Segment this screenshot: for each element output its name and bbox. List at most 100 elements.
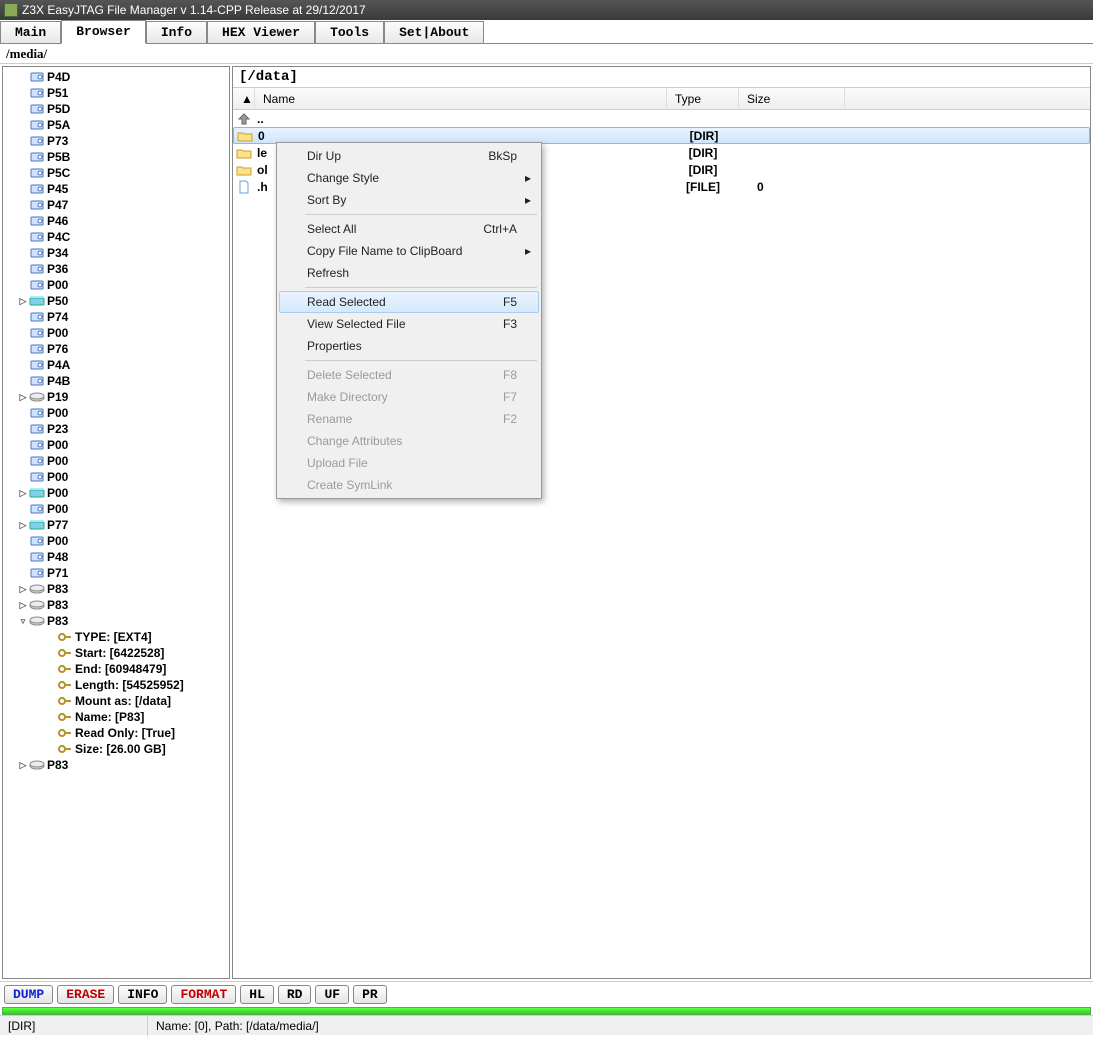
tree-node[interactable]: Read Only: [True] (3, 725, 229, 741)
tree-node[interactable]: P00 (3, 501, 229, 517)
tree-node[interactable]: TYPE: [EXT4] (3, 629, 229, 645)
tree-node[interactable]: P5C (3, 165, 229, 181)
menu-shortcut: F5 (503, 295, 517, 309)
tab-main[interactable]: Main (0, 21, 61, 43)
tree-icon (29, 230, 45, 244)
tree-node[interactable]: P51 (3, 85, 229, 101)
tree-node[interactable]: P23 (3, 421, 229, 437)
tab-tools[interactable]: Tools (315, 21, 384, 43)
tree-icon (57, 726, 73, 740)
menu-item-create-symlink: Create SymLink (279, 474, 539, 496)
menu-item-dir-up[interactable]: Dir UpBkSp (279, 145, 539, 167)
tree-node[interactable]: P5B (3, 149, 229, 165)
uf-button[interactable]: UF (315, 985, 349, 1004)
tree-label: P50 (45, 294, 68, 308)
tree-node[interactable]: P46 (3, 213, 229, 229)
menu-item-sort-by[interactable]: Sort By▸ (279, 189, 539, 211)
tree-node[interactable]: ▷ P50 (3, 293, 229, 309)
tree-node[interactable]: Name: [P83] (3, 709, 229, 725)
tree-node[interactable]: P5A (3, 117, 229, 133)
menu-item-refresh[interactable]: Refresh (279, 262, 539, 284)
file-header[interactable]: ▲ Name Type Size (233, 88, 1090, 110)
tree-node[interactable]: P48 (3, 549, 229, 565)
tree-node[interactable]: End: [60948479] (3, 661, 229, 677)
tree-node[interactable]: Mount as: [/data] (3, 693, 229, 709)
tab-hexviewer[interactable]: HEX Viewer (207, 21, 315, 43)
menu-label: View Selected File (307, 317, 406, 331)
tree-node[interactable]: ▷P83 (3, 757, 229, 773)
tree-node[interactable]: P5D (3, 101, 229, 117)
tree-node[interactable]: P4D (3, 69, 229, 85)
tree-node[interactable]: ▷P00 (3, 485, 229, 501)
tree-twisty-icon[interactable]: ▷ (17, 520, 29, 531)
rd-button[interactable]: RD (278, 985, 312, 1004)
tree-node[interactable]: P00 (3, 437, 229, 453)
tree-twisty-icon[interactable]: ▷ (17, 584, 29, 595)
tree-node[interactable]: Size: [26.00 GB] (3, 741, 229, 757)
tree-node[interactable]: ▷P77 (3, 517, 229, 533)
tree-node[interactable]: P00 (3, 325, 229, 341)
menu-label: Dir Up (307, 149, 341, 163)
tree-node[interactable]: P00 (3, 453, 229, 469)
tree-node[interactable]: P4A (3, 357, 229, 373)
col-size[interactable]: Size (739, 88, 845, 110)
menu-item-copy-file-name-to-clipboard[interactable]: Copy File Name to ClipBoard▸ (279, 240, 539, 262)
tree-node[interactable]: ▷P83 (3, 597, 229, 613)
file-type: [DIR] (667, 163, 739, 177)
tree-twisty-icon[interactable]: ▷ (17, 488, 29, 499)
tree-node[interactable]: P76 (3, 341, 229, 357)
tree-icon (29, 566, 45, 580)
tree-node[interactable]: ▷P83 (3, 581, 229, 597)
tree-label: P83 (45, 614, 68, 628)
file-size: 0 (739, 180, 819, 194)
menu-item-change-style[interactable]: Change Style▸ (279, 167, 539, 189)
tree-twisty-icon[interactable]: ▷ (17, 296, 29, 307)
tree-node[interactable]: P34 (3, 245, 229, 261)
tree-icon (29, 86, 45, 100)
tab-setabout[interactable]: Set|About (384, 21, 484, 43)
hl-button[interactable]: HL (240, 985, 274, 1004)
tree-panel[interactable]: P4DP51P5DP5AP73P5BP5CP45P47P46P4CP34P36P… (2, 66, 230, 979)
tree-node[interactable]: ▿ P83 (3, 613, 229, 629)
tree-node[interactable]: P74 (3, 309, 229, 325)
tree-node[interactable]: P45 (3, 181, 229, 197)
tree-node[interactable]: P71 (3, 565, 229, 581)
menu-item-read-selected[interactable]: Read SelectedF5 (279, 291, 539, 313)
tab-browser[interactable]: Browser (61, 20, 146, 44)
tree-node[interactable]: P73 (3, 133, 229, 149)
format-button[interactable]: FORMAT (171, 985, 236, 1004)
menu-separator (305, 287, 537, 288)
col-name[interactable]: Name (255, 88, 667, 110)
menu-item-select-all[interactable]: Select AllCtrl+A (279, 218, 539, 240)
tree-node[interactable]: P4C (3, 229, 229, 245)
tree-twisty-icon[interactable]: ▿ (17, 616, 29, 627)
sort-indicator-icon[interactable]: ▲ (233, 88, 255, 110)
tree-node[interactable]: P00 (3, 533, 229, 549)
tree-node[interactable]: ▷P19 (3, 389, 229, 405)
tree-node[interactable]: P00 (3, 277, 229, 293)
menu-item-properties[interactable]: Properties (279, 335, 539, 357)
tree-node[interactable]: Length: [54525952] (3, 677, 229, 693)
tree-twisty-icon[interactable]: ▷ (17, 760, 29, 771)
tree-node[interactable]: P00 (3, 469, 229, 485)
file-row[interactable]: .. (233, 110, 1090, 127)
col-type[interactable]: Type (667, 88, 739, 110)
dump-button[interactable]: DUMP (4, 985, 53, 1004)
tree-icon (29, 342, 45, 356)
erase-button[interactable]: ERASE (57, 985, 114, 1004)
tree-node[interactable]: P4B (3, 373, 229, 389)
file-type: [DIR] (667, 146, 739, 160)
tree-twisty-icon[interactable]: ▷ (17, 600, 29, 611)
tab-info[interactable]: Info (146, 21, 207, 43)
tree-node[interactable]: P36 (3, 261, 229, 277)
tree-node[interactable]: Start: [6422528] (3, 645, 229, 661)
info-button[interactable]: INFO (118, 985, 167, 1004)
progress-bar (2, 1007, 1091, 1015)
menu-item-view-selected-file[interactable]: View Selected FileF3 (279, 313, 539, 335)
tree-node[interactable]: P47 (3, 197, 229, 213)
tree-twisty-icon[interactable]: ▷ (17, 392, 29, 403)
context-menu[interactable]: Dir UpBkSpChange Style▸Sort By▸ Select Al… (276, 142, 542, 499)
pr-button[interactable]: PR (353, 985, 387, 1004)
menu-shortcut: Ctrl+A (483, 222, 517, 236)
tree-node[interactable]: P00 (3, 405, 229, 421)
